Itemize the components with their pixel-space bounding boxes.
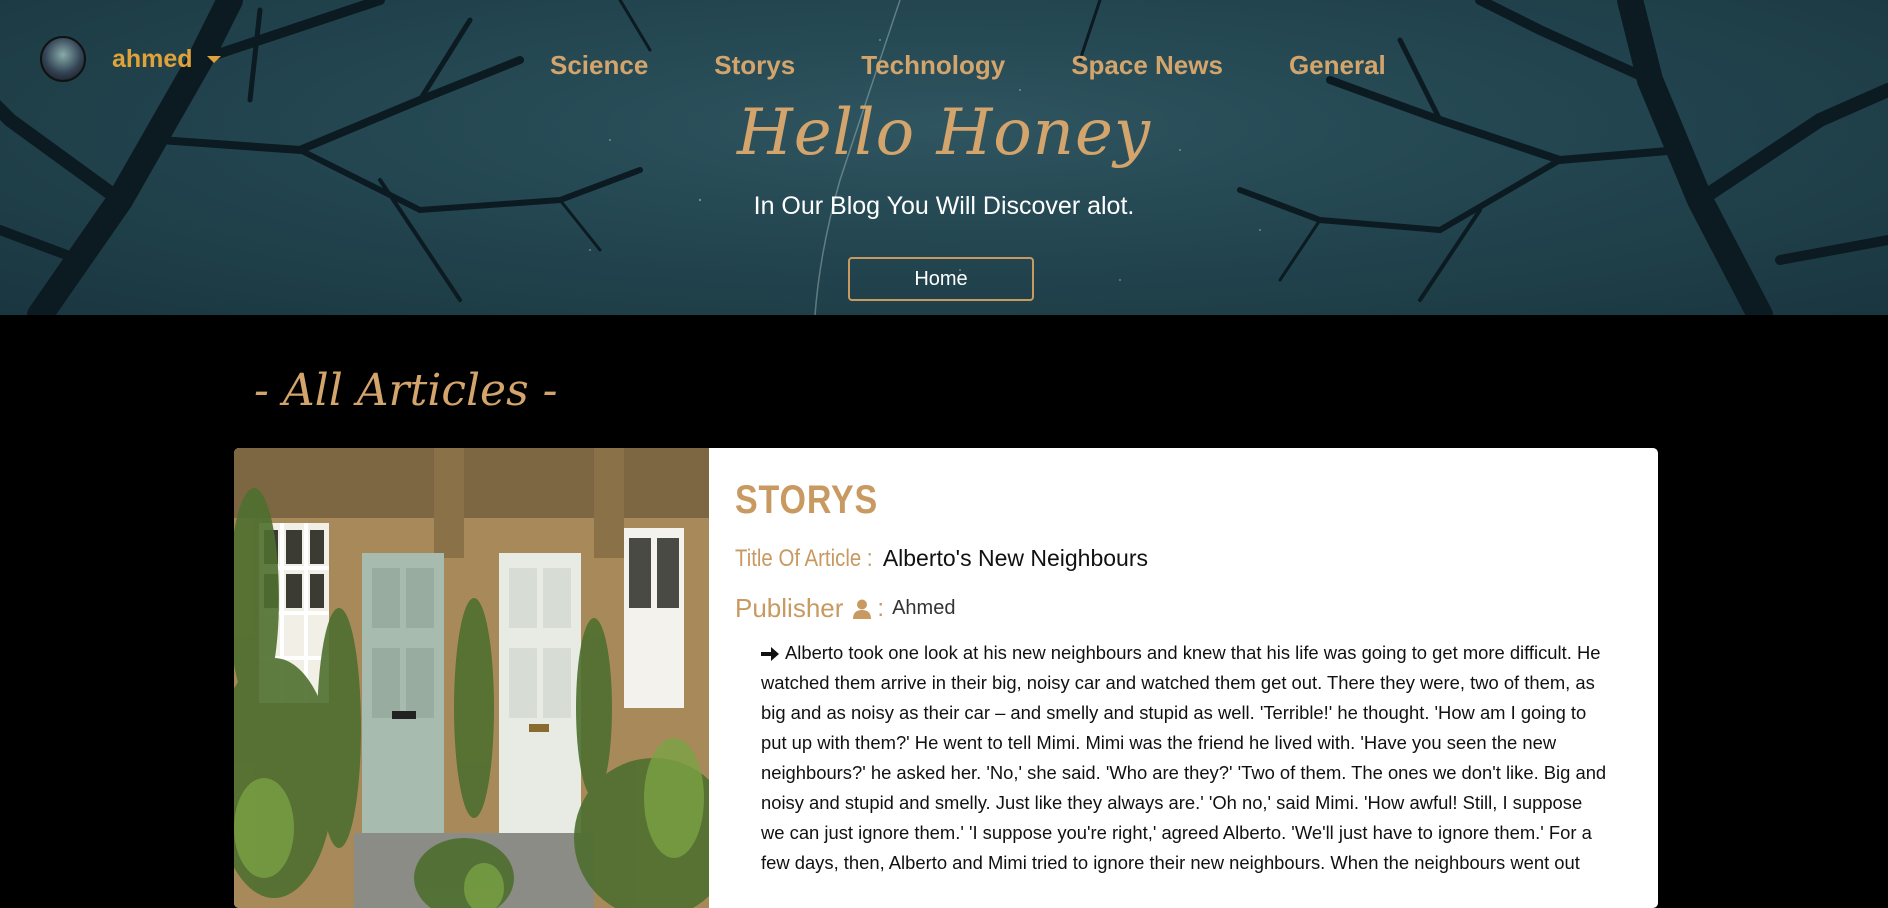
article-excerpt: Alberto took one look at his new neighbo… (761, 638, 1608, 878)
nav-link-space-news[interactable]: Space News (1071, 50, 1223, 81)
nav-link-technology[interactable]: Technology (861, 50, 1005, 81)
section-title: - All Articles - (254, 365, 558, 416)
user-icon (853, 599, 872, 619)
article-category[interactable]: STORYS (735, 478, 1520, 523)
article-image (234, 448, 709, 908)
site-subtitle: In Our Blog You Will Discover alot. (753, 192, 1135, 220)
publisher-colon: : (877, 594, 885, 622)
caret-down-icon[interactable] (206, 55, 221, 63)
username[interactable]: ahmed (112, 45, 193, 74)
arrow-right-icon (761, 647, 779, 662)
publisher-name: Ahmed (892, 597, 956, 619)
article-title-label: Title Of Article : (735, 545, 873, 572)
avatar[interactable] (40, 36, 86, 82)
nav-link-general[interactable]: General (1289, 50, 1386, 81)
publisher-row: Publisher : Ahmed (735, 593, 1658, 624)
article-card[interactable]: STORYS Title Of Article : Alberto's New … (234, 448, 1658, 908)
site-title: Hello Honey (736, 96, 1152, 170)
article-content: STORYS Title Of Article : Alberto's New … (709, 448, 1658, 908)
hero-header: ahmed Science Storys Technology Space Ne… (0, 0, 1888, 315)
nav-link-storys[interactable]: Storys (714, 50, 795, 81)
user-menu[interactable]: ahmed (40, 36, 221, 82)
nav-link-science[interactable]: Science (550, 50, 648, 81)
publisher-label: Publisher (735, 593, 844, 623)
main-nav: Science Storys Technology Space News Gen… (550, 50, 1452, 81)
article-title[interactable]: Alberto's New Neighbours (883, 545, 1148, 572)
article-text: Alberto took one look at his new neighbo… (761, 642, 1607, 873)
home-button[interactable]: Home (848, 257, 1034, 301)
article-title-row: Title Of Article : Alberto's New Neighbo… (735, 545, 1658, 573)
